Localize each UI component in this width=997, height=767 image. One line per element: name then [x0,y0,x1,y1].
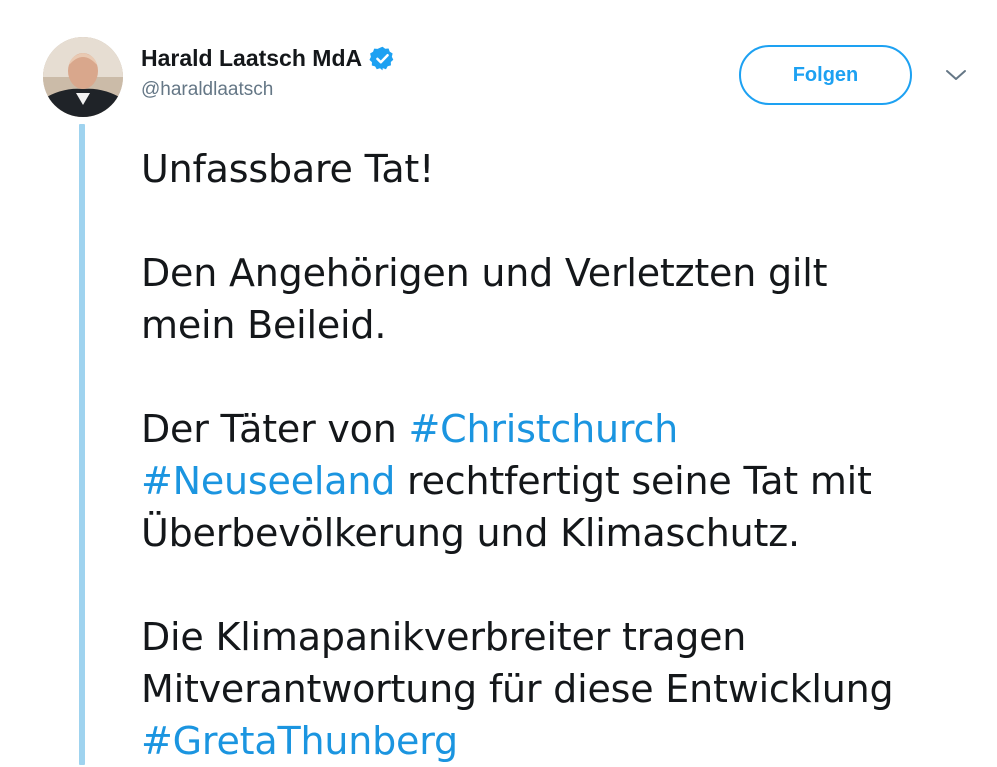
hashtag-neuseeland-link[interactable]: #Neuseeland [141,459,395,503]
user-handle[interactable]: @haraldlaatsch [141,79,396,101]
tweet-container: Harald Laatsch MdA @haraldlaatsch Folgen… [0,0,997,765]
avatar[interactable] [43,37,123,117]
tweet-line: Überbevölkerung und Klimaschutz. [141,511,800,555]
tweet-header: Harald Laatsch MdA @haraldlaatsch [141,40,396,110]
follow-button[interactable]: Folgen [739,45,912,105]
display-name[interactable]: Harald Laatsch MdA [141,45,362,72]
avatar-photo [43,37,123,117]
tweet-line: Der Täter von #Christchurch [141,403,971,455]
hashtag-christchurch-link[interactable]: #Christchurch [409,407,679,451]
tweet-line: #GretaThunberg [141,715,971,767]
thread-line [79,124,85,765]
tweet-text-span: Der Täter von [141,407,409,451]
tweet-line: mein Beileid. [141,303,387,347]
name-row: Harald Laatsch MdA [141,40,396,76]
verified-badge-icon [369,45,396,72]
hashtag-gretathunberg-link[interactable]: #GretaThunberg [141,719,458,763]
tweet-line: Unfassbare Tat! [141,147,435,191]
tweet-line: Mitverantwortung für diese Entwicklung [141,667,894,711]
tweet-text: Unfassbare Tat! Den Angehörigen und Verl… [141,143,971,767]
tweet-text-span: rechtfertigt seine Tat mit [395,459,872,503]
tweet-line: Den Angehörigen und Verletzten gilt [141,251,828,295]
tweet-line: #Neuseeland rechtfertigt seine Tat mit [141,455,971,507]
tweet-line: Die Klimapanikverbreiter tragen [141,615,747,659]
chevron-down-icon[interactable] [944,66,968,84]
